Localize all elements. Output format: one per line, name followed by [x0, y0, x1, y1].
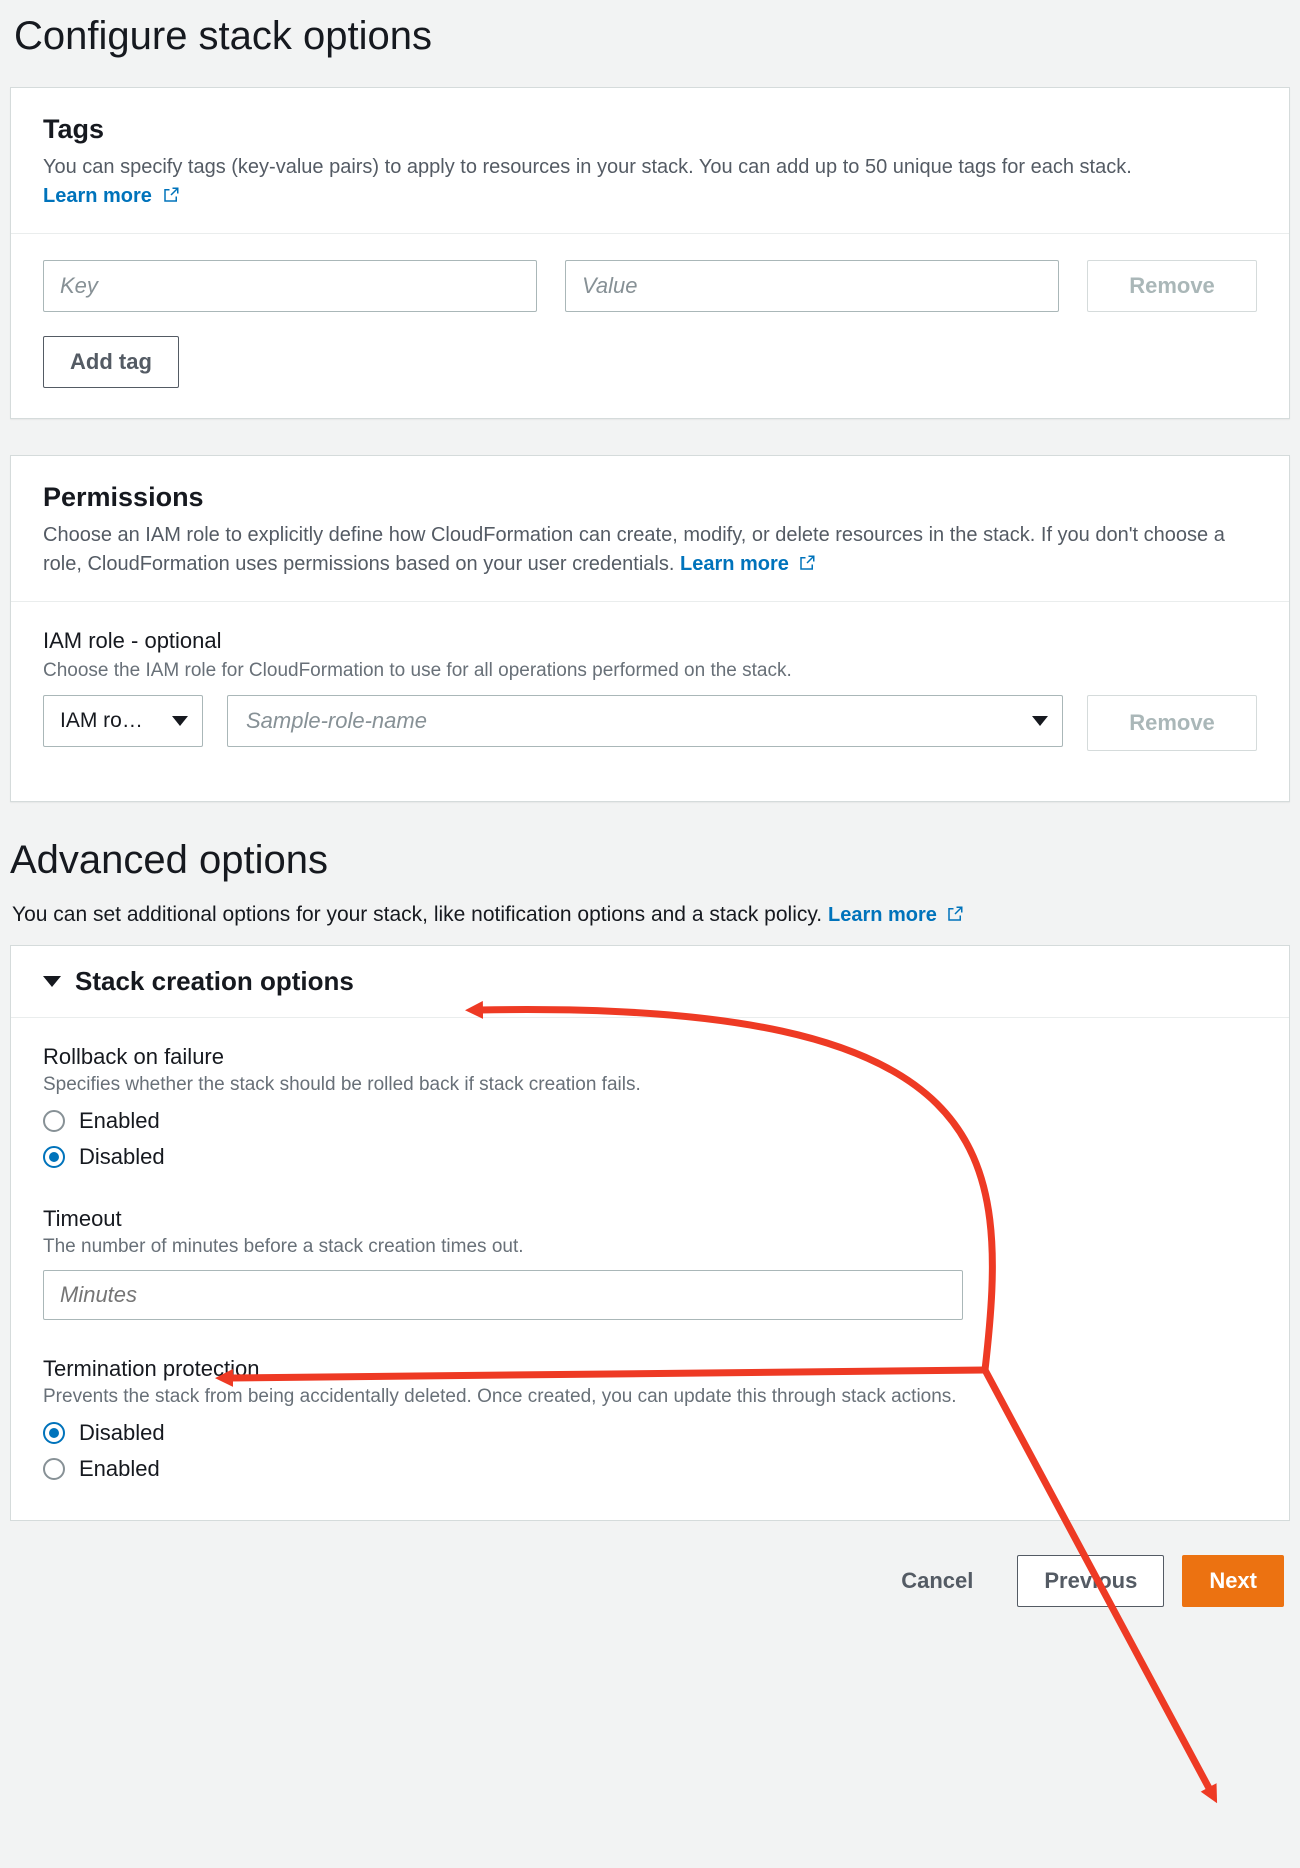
iam-role-type-select[interactable]: IAM ro… — [43, 695, 203, 747]
radio-icon — [43, 1422, 65, 1444]
advanced-learn-more-link[interactable]: Learn more — [828, 904, 965, 926]
rollback-enabled-radio[interactable]: Enabled — [43, 1108, 1257, 1134]
termination-hint: Prevents the stack from being accidental… — [43, 1386, 1257, 1408]
radio-icon — [43, 1110, 65, 1132]
termination-enabled-radio[interactable]: Enabled — [43, 1456, 1257, 1482]
tag-row: Remove — [43, 260, 1257, 312]
external-link-icon — [946, 905, 964, 923]
permissions-header: Permissions Choose an IAM role to explic… — [11, 456, 1289, 602]
radio-icon — [43, 1146, 65, 1168]
advanced-options-desc: You can set additional options for your … — [12, 903, 1290, 927]
timeout-label: Timeout — [43, 1206, 1257, 1232]
external-link-icon — [162, 184, 180, 202]
advanced-options-title: Advanced options — [10, 838, 1290, 883]
add-tag-button[interactable]: Add tag — [43, 336, 179, 388]
page-title: Configure stack options — [14, 14, 1290, 59]
termination-group: Termination protection Prevents the stac… — [43, 1356, 1257, 1482]
tags-learn-more-link[interactable]: Learn more — [43, 185, 180, 207]
previous-button[interactable]: Previous — [1017, 1555, 1164, 1607]
tag-key-input[interactable] — [43, 260, 537, 312]
radio-icon — [43, 1458, 65, 1480]
cancel-button[interactable]: Cancel — [875, 1555, 999, 1607]
rollback-label: Rollback on failure — [43, 1044, 1257, 1070]
permissions-desc: Choose an IAM role to explicitly define … — [43, 521, 1257, 579]
timeout-input[interactable] — [43, 1270, 963, 1320]
iam-role-remove-button[interactable]: Remove — [1087, 695, 1257, 751]
tag-remove-button[interactable]: Remove — [1087, 260, 1257, 312]
iam-role-name-select[interactable]: Sample-role-name — [227, 695, 1063, 747]
permissions-panel: Permissions Choose an IAM role to explic… — [10, 455, 1290, 802]
wizard-footer: Cancel Previous Next — [10, 1531, 1290, 1617]
termination-disabled-radio[interactable]: Disabled — [43, 1420, 1257, 1446]
stack-creation-options-toggle[interactable]: Stack creation options — [11, 946, 1289, 1018]
tags-header: Tags You can specify tags (key-value pai… — [11, 88, 1289, 234]
termination-label: Termination protection — [43, 1356, 1257, 1382]
iam-role-hint: Choose the IAM role for CloudFormation t… — [43, 658, 1257, 685]
timeout-hint: The number of minutes before a stack cre… — [43, 1236, 1257, 1258]
stack-creation-options-panel: Stack creation options Rollback on failu… — [10, 945, 1290, 1521]
external-link-icon — [798, 552, 816, 570]
permissions-title: Permissions — [43, 482, 1257, 513]
caret-down-icon — [172, 716, 188, 726]
timeout-group: Timeout The number of minutes before a s… — [43, 1206, 1257, 1320]
tags-desc: You can specify tags (key-value pairs) t… — [43, 153, 1257, 211]
permissions-learn-more-link[interactable]: Learn more — [680, 553, 817, 575]
stack-creation-options-title: Stack creation options — [75, 966, 354, 997]
caret-down-icon — [1032, 716, 1048, 726]
rollback-hint: Specifies whether the stack should be ro… — [43, 1074, 1257, 1096]
tag-value-input[interactable] — [565, 260, 1059, 312]
next-button[interactable]: Next — [1182, 1555, 1284, 1607]
tags-title: Tags — [43, 114, 1257, 145]
caret-down-icon — [43, 976, 61, 987]
rollback-disabled-radio[interactable]: Disabled — [43, 1144, 1257, 1170]
rollback-group: Rollback on failure Specifies whether th… — [43, 1044, 1257, 1170]
iam-role-label: IAM role - optional — [43, 628, 1257, 654]
tags-panel: Tags You can specify tags (key-value pai… — [10, 87, 1290, 419]
